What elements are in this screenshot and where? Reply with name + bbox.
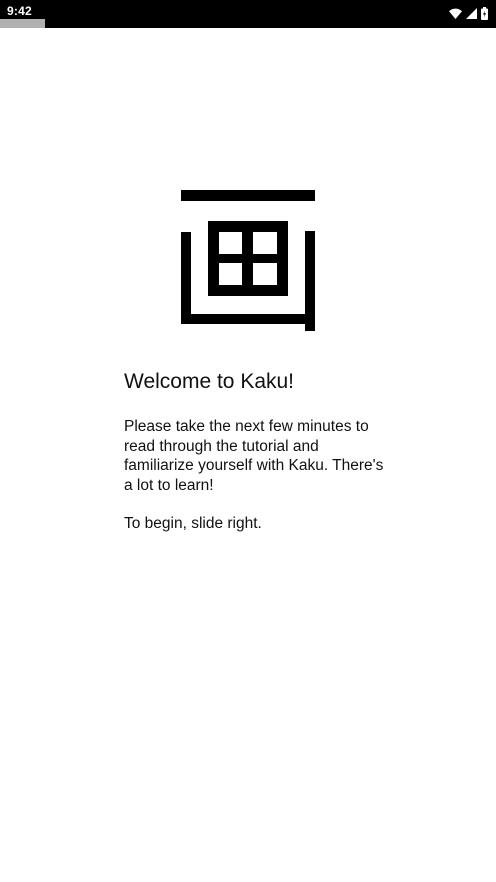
- status-bar: 9:42: [0, 0, 496, 28]
- cell-signal-icon: [466, 7, 477, 19]
- kaku-logo-icon: [181, 190, 315, 331]
- battery-icon: [481, 6, 488, 20]
- status-icons: [449, 6, 488, 20]
- welcome-content: Welcome to Kaku! Please take the next fe…: [124, 368, 384, 553]
- welcome-intro-text: Please take the next few minutes to read…: [124, 418, 384, 494]
- wifi-icon: [449, 8, 462, 19]
- welcome-instruction-text: To begin, slide right.: [124, 515, 262, 532]
- welcome-title: Welcome to Kaku!: [124, 370, 295, 393]
- tutorial-screen[interactable]: 9:42 Welcome to Kaku! Please take the ne…: [0, 0, 496, 882]
- tutorial-progress-bar: [0, 19, 496, 28]
- status-time: 9:42: [7, 4, 32, 18]
- tutorial-progress-fill: [0, 19, 45, 28]
